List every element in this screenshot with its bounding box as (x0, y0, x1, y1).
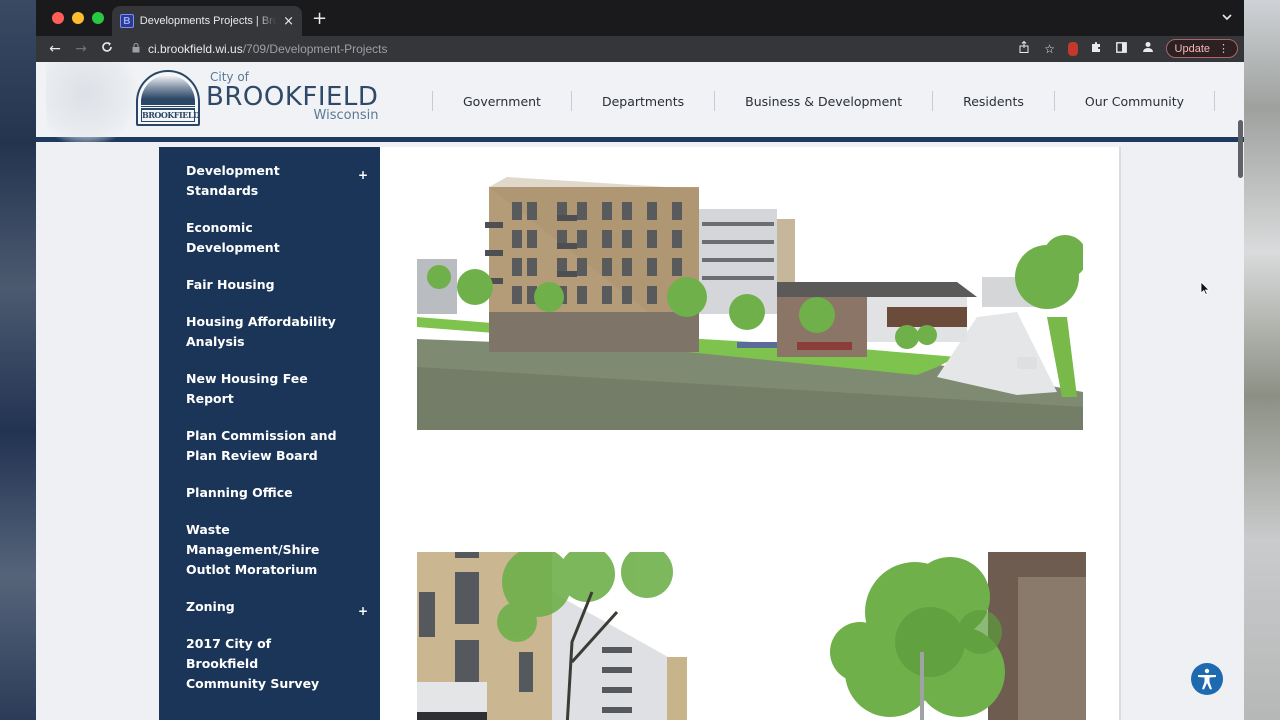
page-body: Development Standards + Economic Develop… (36, 147, 1244, 720)
sidebar-item-fair-housing[interactable]: Fair Housing (159, 275, 380, 295)
tab-search-chevron-icon[interactable] (1222, 10, 1232, 24)
sidebar-item-label: Waste Management/Shire Outlot Moratorium (186, 522, 320, 577)
share-icon[interactable] (1016, 40, 1032, 56)
lock-icon (132, 42, 140, 56)
profile-icon[interactable] (1140, 41, 1156, 56)
mouse-cursor-icon (1200, 280, 1210, 299)
page-scrollbar[interactable] (1234, 62, 1244, 720)
address-bar[interactable]: ci.brookfield.wi.us /709/Development-Pro… (124, 38, 1024, 60)
sidebar-item-zoning[interactable]: Zoning + (159, 597, 380, 618)
extensions-puzzle-icon[interactable] (1088, 41, 1104, 56)
logo-wordmark[interactable]: City of BROOKFIELD Wisconsin (206, 70, 378, 123)
sidebar-item-housing-affordability[interactable]: Housing Affordability Analysis (159, 312, 380, 352)
side-panel-icon[interactable] (1114, 41, 1130, 56)
scrollbar-thumb[interactable] (1238, 120, 1243, 178)
expand-plus-icon[interactable]: + (358, 601, 368, 621)
city-seal-logo[interactable]: BROOKFIELD (136, 70, 200, 126)
sidebar-item-label: Planning Office (186, 485, 293, 500)
nav-departments[interactable]: Departments (572, 94, 714, 109)
bookmark-star-icon[interactable]: ☆ (1042, 42, 1058, 56)
tab-close-icon[interactable]: × (283, 14, 294, 29)
browser-menu-icon[interactable]: ⋮ (1218, 42, 1229, 55)
sidebar-item-development-standards[interactable]: Development Standards + (159, 161, 380, 201)
nav-our-community[interactable]: Our Community (1055, 94, 1214, 109)
sidebar-item-label: Housing Affordability Analysis (186, 314, 336, 349)
site-header: BROOKFIELD City of BROOKFIELD Wisconsin … (36, 62, 1244, 142)
desktop-background-left (0, 0, 36, 720)
development-rendering-image[interactable] (417, 552, 710, 720)
minimize-window-button[interactable] (72, 12, 84, 24)
sidebar-item-plan-commission[interactable]: Plan Commission and Plan Review Board (159, 426, 380, 466)
window-controls (52, 12, 104, 24)
favicon-icon: B (120, 14, 134, 28)
sidebar-item-planning-office[interactable]: Planning Office (159, 483, 380, 503)
seal-scene-graphic (141, 75, 195, 105)
sidebar-item-economic-development[interactable]: Economic Development (159, 218, 380, 258)
maximize-window-button[interactable] (92, 12, 104, 24)
update-button[interactable]: Update ⋮ (1165, 39, 1238, 58)
url-host: ci.brookfield.wi.us (148, 42, 243, 56)
new-tab-button[interactable]: + (312, 8, 327, 29)
main-content (380, 147, 1121, 720)
desktop-background-right (1244, 0, 1280, 720)
sidebar-item-new-housing-fee[interactable]: New Housing Fee Report (159, 369, 380, 409)
expand-plus-icon[interactable]: + (358, 165, 368, 185)
logo-city-name: BROOKFIELD (206, 82, 379, 112)
header-background-tree (46, 62, 146, 142)
update-label: Update (1174, 42, 1210, 55)
nav-divider (1214, 91, 1216, 111)
tab-strip: B Developments Projects | Brookfield, WI… (36, 0, 1244, 36)
forward-button[interactable]: → (68, 41, 94, 57)
sidebar-item-label: Development Standards (186, 163, 280, 198)
sidebar-item-waste-management[interactable]: Waste Management/Shire Outlot Moratorium (159, 520, 380, 580)
page-viewport: BROOKFIELD City of BROOKFIELD Wisconsin … (36, 62, 1244, 720)
close-window-button[interactable] (52, 12, 64, 24)
sidebar-item-label: 2017 City of Brookfield Community Survey (186, 636, 320, 691)
tab-active[interactable]: B Developments Projects | Brookfield, WI… (112, 6, 302, 36)
sidebar-item-label: Zoning (186, 599, 235, 614)
tab-title: Developments Projects | Brookfield, WI (139, 15, 278, 27)
sidebar-item-label: Economic Development (186, 220, 280, 255)
toolbar-actions: ☆ Update ⋮ (1016, 39, 1238, 58)
seal-label: BROOKFIELD (141, 109, 200, 122)
nav-government[interactable]: Government (433, 94, 571, 109)
reload-button[interactable] (94, 41, 120, 57)
main-navigation: Government Departments Business & Develo… (432, 90, 1216, 112)
accessibility-button[interactable] (1191, 663, 1223, 695)
development-rendering-image[interactable] (417, 167, 1083, 430)
sidebar-item-label: Fair Housing (186, 277, 275, 292)
back-button[interactable]: ← (42, 41, 68, 57)
sidebar-item-community-survey[interactable]: 2017 City of Brookfield Community Survey (159, 634, 380, 694)
nav-business-development[interactable]: Business & Development (715, 94, 932, 109)
sidebar-item-label: New Housing Fee Report (186, 371, 308, 406)
sidebar-item-label: Plan Commission and Plan Review Board (186, 428, 337, 463)
url-path: /709/Development-Projects (242, 42, 388, 56)
extension-red-icon[interactable] (1067, 41, 1078, 56)
accessibility-icon (1198, 668, 1216, 690)
browser-toolbar: ← → ci.brookfield.wi.us /709/Development… (36, 36, 1244, 62)
nav-residents[interactable]: Residents (933, 94, 1054, 109)
sidebar-menu: Development Standards + Economic Develop… (159, 147, 380, 720)
development-rendering-image[interactable] (820, 552, 1086, 720)
browser-window: B Developments Projects | Brookfield, WI… (36, 0, 1244, 720)
